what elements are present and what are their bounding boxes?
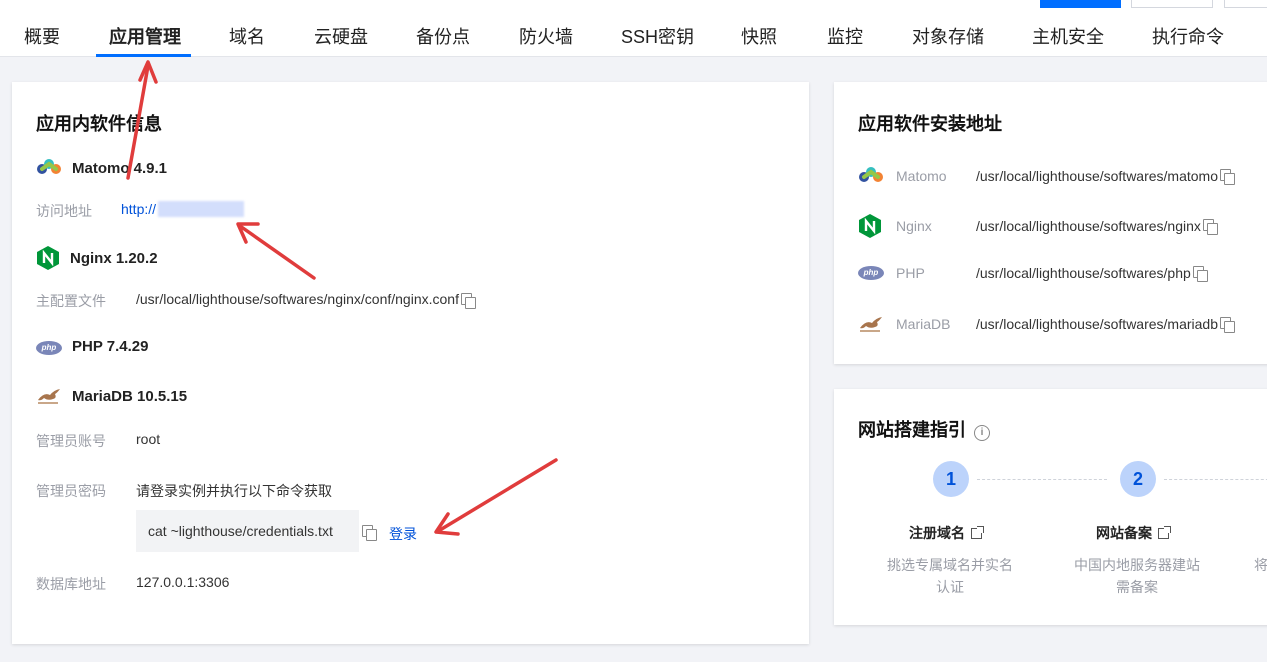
secondary-action-button[interactable] xyxy=(1131,0,1213,8)
mariadb-row: MariaDB 10.5.15 xyxy=(36,386,187,406)
copy-icon[interactable] xyxy=(1220,317,1236,333)
tab-monitor[interactable]: 监控 xyxy=(827,22,863,57)
tab-app-management[interactable]: 应用管理 xyxy=(109,22,181,57)
login-link[interactable]: 登录 xyxy=(389,524,417,544)
command-box: cat ~lighthouse/credentials.txt xyxy=(136,510,359,552)
top-nav-bar: 概要 应用管理 域名 云硬盘 备份点 防火墙 SSH密钥 快照 监控 对象存储 … xyxy=(0,0,1267,57)
active-tab-indicator xyxy=(96,54,191,57)
copy-icon[interactable] xyxy=(1220,169,1235,185)
tab-firewall[interactable]: 防火墙 xyxy=(519,22,573,57)
step-desc-line: 中国内地服务器建站 xyxy=(1074,557,1200,573)
app-info-title: 应用内软件信息 xyxy=(36,114,162,134)
main-config-path: /usr/local/lighthouse/softwares/nginx/co… xyxy=(136,291,459,307)
tab-run-command[interactable]: 执行命令 xyxy=(1152,22,1224,57)
access-url-label: 访问地址 xyxy=(36,203,92,219)
step-desc-line: 需备案 xyxy=(1116,579,1158,595)
install-path-row: Matomo /usr/local/lighthouse/softwares/m… xyxy=(858,164,1235,188)
tab-object-storage[interactable]: 对象存储 xyxy=(912,22,984,57)
install-path-row: MariaDB /usr/local/lighthouse/softwares/… xyxy=(858,314,1236,334)
install-path-row: Nginx /usr/local/lighthouse/softwares/ng… xyxy=(858,213,1218,239)
php-logo-icon: php xyxy=(858,266,884,280)
redacted-address xyxy=(158,201,245,217)
admin-password-hint: 请登录实例并执行以下命令获取 xyxy=(136,483,332,499)
matomo-name: Matomo 4.9.1 xyxy=(72,159,168,177)
step-title-text: 网站备案 xyxy=(1096,525,1152,541)
tab-overview[interactable]: 概要 xyxy=(24,22,60,57)
tab-host-security[interactable]: 主机安全 xyxy=(1032,22,1104,57)
step-title-link[interactable]: 注册域名 xyxy=(909,523,984,543)
install-path: /usr/local/lighthouse/softwares/php xyxy=(976,265,1191,281)
annotation-arrow-head xyxy=(138,60,158,84)
step-title-link[interactable]: 网站备案 xyxy=(1096,523,1171,543)
command-text: cat ~lighthouse/credentials.txt xyxy=(148,523,333,539)
install-name: Matomo xyxy=(896,168,947,184)
site-guide-card: 网站搭建指引 i 1 2 注册域名 网站备案 挑选专属域名并实名 认证 中国内地服… xyxy=(834,389,1267,625)
main-config-value: /usr/local/lighthouse/softwares/nginx/co… xyxy=(136,291,476,309)
install-paths-card: 应用软件安装地址 Matomo /usr/local/lighthouse/so… xyxy=(834,82,1267,364)
step-number: 2 xyxy=(1120,461,1156,497)
install-name: PHP xyxy=(896,265,925,281)
php-row: php PHP 7.4.29 xyxy=(36,338,148,355)
matomo-row: Matomo 4.9.1 xyxy=(36,156,167,180)
access-url-link[interactable]: http:// xyxy=(121,201,156,217)
access-url-value[interactable]: http:// xyxy=(121,201,245,217)
copy-icon[interactable] xyxy=(460,293,476,309)
step-connector xyxy=(1164,479,1267,480)
tab-domain[interactable]: 域名 xyxy=(229,22,265,57)
db-address-label: 数据库地址 xyxy=(36,576,106,592)
db-address-value: 127.0.0.1:3306 xyxy=(136,574,230,590)
mariadb-logo-icon xyxy=(36,386,62,406)
step-connector xyxy=(977,479,1107,480)
app-info-card: 应用内软件信息 Matomo 4.9.1 访问地址 http:// Nginx … xyxy=(12,82,809,644)
nginx-row: Nginx 1.20.2 xyxy=(36,245,158,271)
tab-backup[interactable]: 备份点 xyxy=(416,22,470,57)
tab-snapshot[interactable]: 快照 xyxy=(741,22,777,57)
external-link-icon[interactable] xyxy=(971,526,984,539)
install-name: Nginx xyxy=(896,218,932,234)
admin-account-label: 管理员账号 xyxy=(36,433,106,449)
site-guide-title-wrap: 网站搭建指引 i xyxy=(858,416,990,442)
php-logo-icon: php xyxy=(36,340,62,355)
tab-cloud-disk[interactable]: 云硬盘 xyxy=(314,22,368,57)
php-name: PHP 7.4.29 xyxy=(72,338,149,355)
info-icon[interactable]: i xyxy=(974,425,990,441)
install-paths-title: 应用软件安装地址 xyxy=(858,114,1002,134)
step-description: 中国内地服务器建站 需备案 xyxy=(1061,554,1213,598)
admin-password-label: 管理员密码 xyxy=(36,483,106,499)
nginx-name: Nginx 1.20.2 xyxy=(70,249,158,267)
admin-account-value: root xyxy=(136,431,161,447)
more-action-button[interactable] xyxy=(1224,0,1267,8)
matomo-logo-icon xyxy=(36,156,62,180)
main-config-label: 主配置文件 xyxy=(36,293,106,309)
site-guide-title: 网站搭建指引 xyxy=(858,420,966,440)
step-desc-line: 认证 xyxy=(936,579,964,595)
step-description: 挑选专属域名并实名 认证 xyxy=(874,554,1026,598)
step-desc-line: 挑选专属域名并实名 xyxy=(887,557,1013,573)
install-path: /usr/local/lighthouse/softwares/nginx xyxy=(976,218,1201,234)
mariadb-name: MariaDB 10.5.15 xyxy=(72,387,188,405)
copy-icon[interactable] xyxy=(1192,266,1208,282)
mariadb-logo-icon xyxy=(858,314,884,334)
matomo-logo-icon xyxy=(858,164,884,188)
copy-icon[interactable] xyxy=(1202,219,1218,235)
install-path: /usr/local/lighthouse/softwares/mariadb xyxy=(976,316,1219,332)
nginx-logo-icon xyxy=(36,245,60,271)
step-title-text: 注册域名 xyxy=(909,525,965,541)
install-name: MariaDB xyxy=(896,316,951,332)
nginx-logo-icon xyxy=(858,213,882,239)
external-link-icon[interactable] xyxy=(1158,526,1171,539)
tab-ssh-key[interactable]: SSH密钥 xyxy=(621,22,694,57)
copy-command-icon[interactable] xyxy=(362,525,377,541)
install-path-row: php PHP /usr/local/lighthouse/softwares/… xyxy=(858,265,1208,282)
step-number: 1 xyxy=(933,461,969,497)
step-description-clipped: 将 xyxy=(1254,557,1267,573)
install-path: /usr/local/lighthouse/softwares/matomo xyxy=(976,168,1218,184)
primary-action-button[interactable] xyxy=(1040,0,1121,8)
